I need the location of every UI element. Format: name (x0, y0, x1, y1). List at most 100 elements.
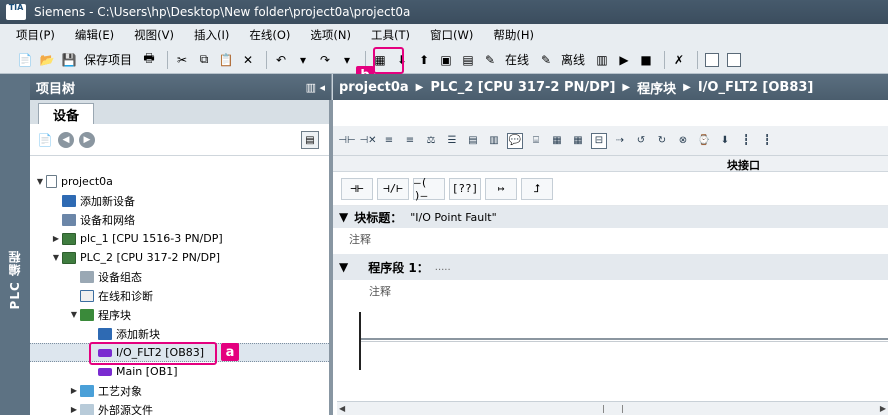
tree-item-add-block[interactable]: 添加新块 (30, 324, 331, 343)
favorites-icon[interactable]: ⌸ (528, 133, 544, 149)
copy-icon[interactable]: ⧉ (195, 51, 213, 69)
append-row-icon[interactable]: ≡ (402, 133, 418, 149)
table-view-icon[interactable]: ▥ (486, 133, 502, 149)
status-icon[interactable]: ⊗ (675, 133, 691, 149)
cut-icon[interactable]: ✂ (173, 51, 191, 69)
tree-item-program-blocks[interactable]: ▼ 程序块 (30, 305, 331, 324)
list-icon[interactable]: ☰ (444, 133, 460, 149)
menu-view[interactable]: 视图(V) (134, 27, 174, 43)
network-comment[interactable]: 注释 (333, 280, 888, 302)
collapse-arrow-icon[interactable]: ▼ (50, 253, 62, 262)
cross-reference-icon[interactable]: ✗ (670, 51, 688, 69)
split-vertical-icon[interactable] (725, 51, 743, 69)
paste-icon[interactable]: 📋 (217, 51, 235, 69)
tree-item-plc2[interactable]: ▼ PLC_2 [CPU 317-2 PN/DP] (30, 248, 331, 267)
go-to-icon[interactable]: ⇢ (612, 133, 628, 149)
overview-icon[interactable]: ▤ (301, 131, 319, 149)
normally-open-contact-button[interactable]: ⊣⊢ (341, 177, 373, 200)
block-interface-bar[interactable]: 块接口 (333, 156, 888, 172)
delete-icon[interactable]: ✕ (239, 51, 257, 69)
symbol-info-icon[interactable]: ▦ (570, 133, 586, 149)
menu-online[interactable]: 在线(O) (249, 27, 290, 43)
upload-from-device-icon[interactable]: ⬆ (415, 51, 433, 69)
tree-item-plc1[interactable]: ▶ plc_1 [CPU 1516-3 PN/DP] (30, 229, 331, 248)
insert-row-icon[interactable]: ≡ (381, 133, 397, 149)
close-branch-button[interactable]: ⮥ (521, 177, 553, 200)
monitor-icon[interactable]: ⊟ (591, 132, 607, 149)
tree-item-device-config[interactable]: 设备组态 (30, 267, 331, 286)
redo-icon[interactable]: ↷ (316, 51, 334, 69)
breadcrumb-item[interactable]: project0a (339, 80, 409, 95)
breadcrumb-item[interactable]: 程序块 (637, 78, 676, 97)
save-project-icon[interactable]: 💾 (60, 51, 78, 69)
undo-icon[interactable]: ↶ (272, 51, 290, 69)
network-1-title[interactable]: ..... (435, 262, 451, 273)
breadcrumb-item[interactable]: PLC_2 [CPU 317-2 PN/DP] (430, 80, 615, 95)
undo-dropdown-icon[interactable]: ▾ (294, 51, 312, 69)
menu-insert[interactable]: 插入(I) (194, 27, 229, 43)
expand-arrow-icon[interactable]: ▶ (68, 386, 80, 395)
comment-toggle-icon[interactable]: 💬 (507, 132, 523, 149)
insert-network-icon[interactable]: ⊣⊢ (338, 133, 355, 149)
tree-item-project[interactable]: ▼ project0a (30, 172, 331, 191)
add-item-icon[interactable]: 📄 (36, 131, 54, 149)
download-block-icon[interactable]: ⬇ (717, 133, 733, 149)
expand-arrow-icon[interactable]: ▶ (50, 234, 62, 243)
new-project-icon[interactable]: 📄 (16, 51, 34, 69)
go-online-icon[interactable]: ✎ (481, 51, 499, 69)
go-online-button[interactable]: 在线 (505, 51, 529, 68)
menu-project[interactable]: 项目(P) (16, 27, 55, 43)
forward-icon[interactable]: ▶ (79, 131, 95, 148)
operand-icon[interactable]: ┇ (759, 133, 775, 149)
start-cpu-icon[interactable]: ▶ (615, 51, 633, 69)
menu-edit[interactable]: 编辑(E) (75, 27, 114, 43)
collapse-arrow-icon[interactable]: ▼ (34, 177, 46, 186)
back-icon[interactable]: ◀ (58, 131, 74, 148)
expand-arrow-icon[interactable]: ▶ (68, 405, 80, 414)
network-view-icon[interactable]: ▤ (465, 133, 481, 149)
save-project-button[interactable]: 保存项目 (84, 51, 132, 68)
accessible-nodes-icon[interactable]: ▥ (593, 51, 611, 69)
redo-dropdown-icon[interactable]: ▾ (338, 51, 356, 69)
block-comment[interactable]: 注释 (333, 228, 888, 250)
tree-item-technology-objects[interactable]: ▶ 工艺对象 (30, 381, 331, 400)
delete-network-icon[interactable]: ⊣✕ (359, 133, 376, 149)
scroll-right-icon[interactable]: ▶ (880, 404, 886, 413)
open-branch-button[interactable]: ↦ (485, 177, 517, 200)
menu-help[interactable]: 帮助(H) (493, 27, 534, 43)
scroll-thumb[interactable] (602, 404, 623, 413)
menu-window[interactable]: 窗口(W) (430, 27, 473, 43)
menu-tools[interactable]: 工具(T) (371, 27, 410, 43)
block-title-value[interactable]: "I/O Point Fault" (410, 211, 496, 224)
tree-item-online-diagnostics[interactable]: 在线和诊断 (30, 286, 331, 305)
ladder-rung[interactable] (361, 338, 888, 340)
print-icon[interactable]: 🖶 (140, 51, 158, 69)
jump-next-icon[interactable]: ↻ (654, 133, 670, 149)
ladder-network[interactable] (333, 302, 888, 370)
tree-item-external-sources[interactable]: ▶ 外部源文件 (30, 400, 331, 415)
accessible-devices-icon[interactable]: ▤ (459, 51, 477, 69)
go-offline-button[interactable]: 离线 (561, 51, 585, 68)
empty-box-button[interactable]: [??] (449, 177, 481, 200)
jump-previous-icon[interactable]: ↺ (633, 133, 649, 149)
collapse-arrow-icon[interactable]: ▼ (68, 310, 80, 319)
collapse-arrow-icon[interactable]: ▼ (339, 210, 348, 224)
collapse-arrow-icon[interactable]: ▼ (339, 260, 348, 274)
coil-button[interactable]: –( )– (413, 176, 445, 202)
scroll-left-icon[interactable]: ◀ (339, 404, 345, 413)
panel-dock-icon[interactable]: ▥ ◂ (306, 81, 325, 94)
compare-icon[interactable]: ⚖ (423, 133, 439, 149)
tree-item-add-device[interactable]: 添加新设备 (30, 191, 331, 210)
tree-item-devices-networks[interactable]: 设备和网络 (30, 210, 331, 229)
normally-closed-contact-button[interactable]: ⊣/⊢ (377, 177, 409, 200)
menu-options[interactable]: 选项(N) (310, 27, 351, 43)
stop-cpu-icon[interactable]: ■ (637, 51, 655, 69)
watch-icon[interactable]: ⌚ (696, 133, 712, 149)
absolute-address-icon[interactable]: ▦ (549, 133, 565, 149)
open-project-icon[interactable]: 📂 (38, 51, 56, 69)
breadcrumb-item[interactable]: I/O_FLT2 [OB83] (698, 80, 814, 95)
go-offline-icon[interactable]: ✎ (537, 51, 555, 69)
start-simulation-icon[interactable]: ▣ (437, 51, 455, 69)
block-title-row[interactable]: ▼ 块标题： "I/O Point Fault" (333, 206, 888, 228)
network-1-header[interactable]: ▼ 程序段 1： ..... (333, 254, 888, 280)
